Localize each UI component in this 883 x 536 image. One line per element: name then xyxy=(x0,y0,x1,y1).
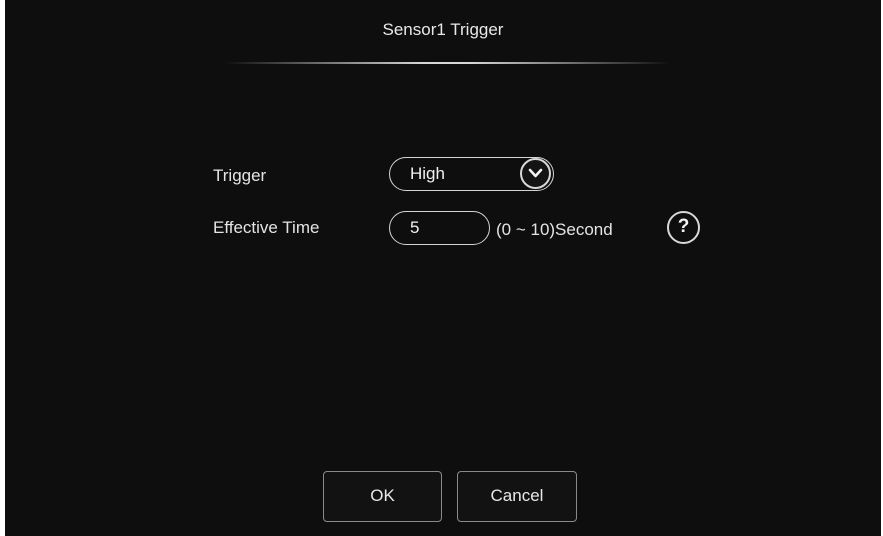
trigger-label: Trigger xyxy=(213,166,267,185)
effective-time-label: Effective Time xyxy=(213,218,320,237)
effective-time-range-hint: (0 ~ 10)Second xyxy=(496,220,613,239)
ok-button[interactable]: OK xyxy=(323,471,442,522)
effective-time-input[interactable]: 5 xyxy=(389,211,490,245)
chevron-down-icon[interactable] xyxy=(520,158,551,189)
cancel-button[interactable]: Cancel xyxy=(457,471,577,522)
sensor-trigger-dialog: Sensor1 Trigger Trigger High Effective T… xyxy=(5,0,881,536)
effective-time-value: 5 xyxy=(410,218,420,237)
question-mark-icon[interactable]: ? xyxy=(667,211,700,244)
title-divider xyxy=(225,62,670,64)
trigger-selected-value: High xyxy=(410,164,445,183)
dialog-title: Sensor1 Trigger xyxy=(382,20,504,39)
